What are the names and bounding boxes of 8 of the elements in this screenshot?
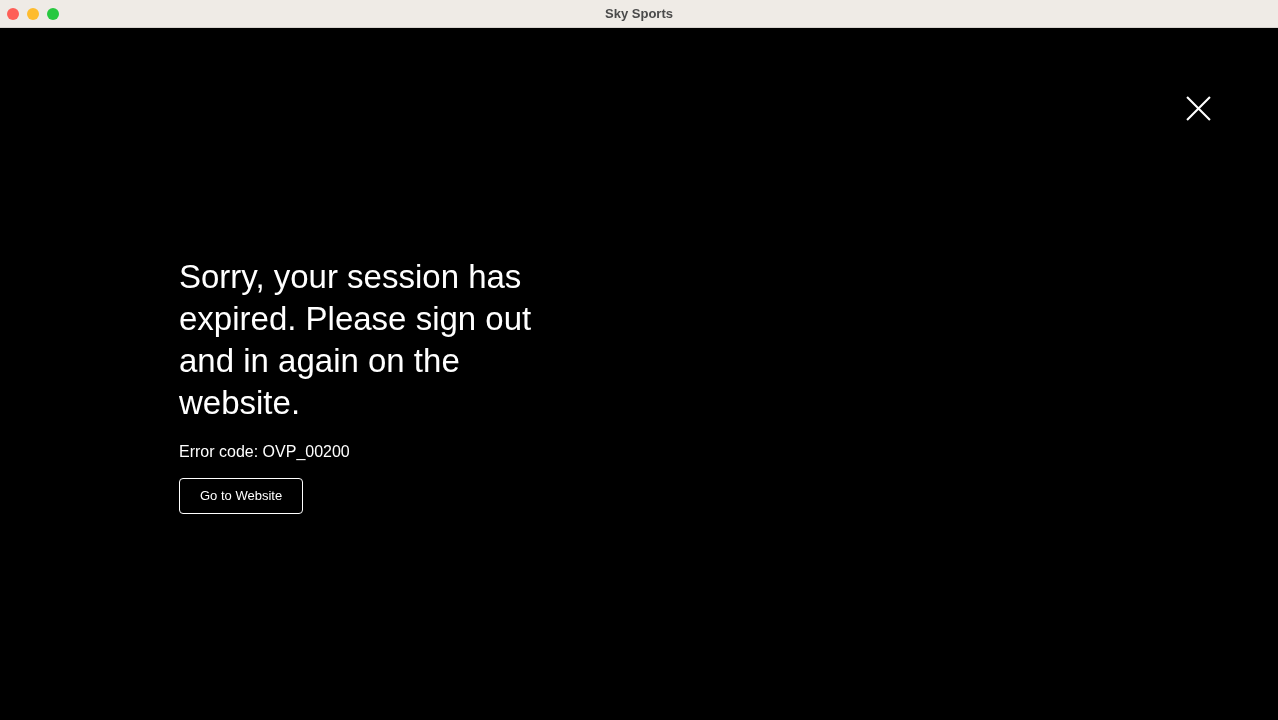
close-icon[interactable]	[1186, 96, 1211, 121]
error-heading: Sorry, your session has expired. Please sign out and in again on the website.	[179, 257, 533, 423]
close-window-button[interactable]	[7, 8, 19, 20]
window-title: Sky Sports	[605, 4, 673, 23]
error-code: Error code: OVP_00200	[179, 442, 350, 462]
go-to-website-button[interactable]: Go to Website	[179, 478, 304, 514]
minimize-window-button[interactable]	[27, 8, 39, 20]
maximize-window-button[interactable]	[47, 8, 59, 20]
